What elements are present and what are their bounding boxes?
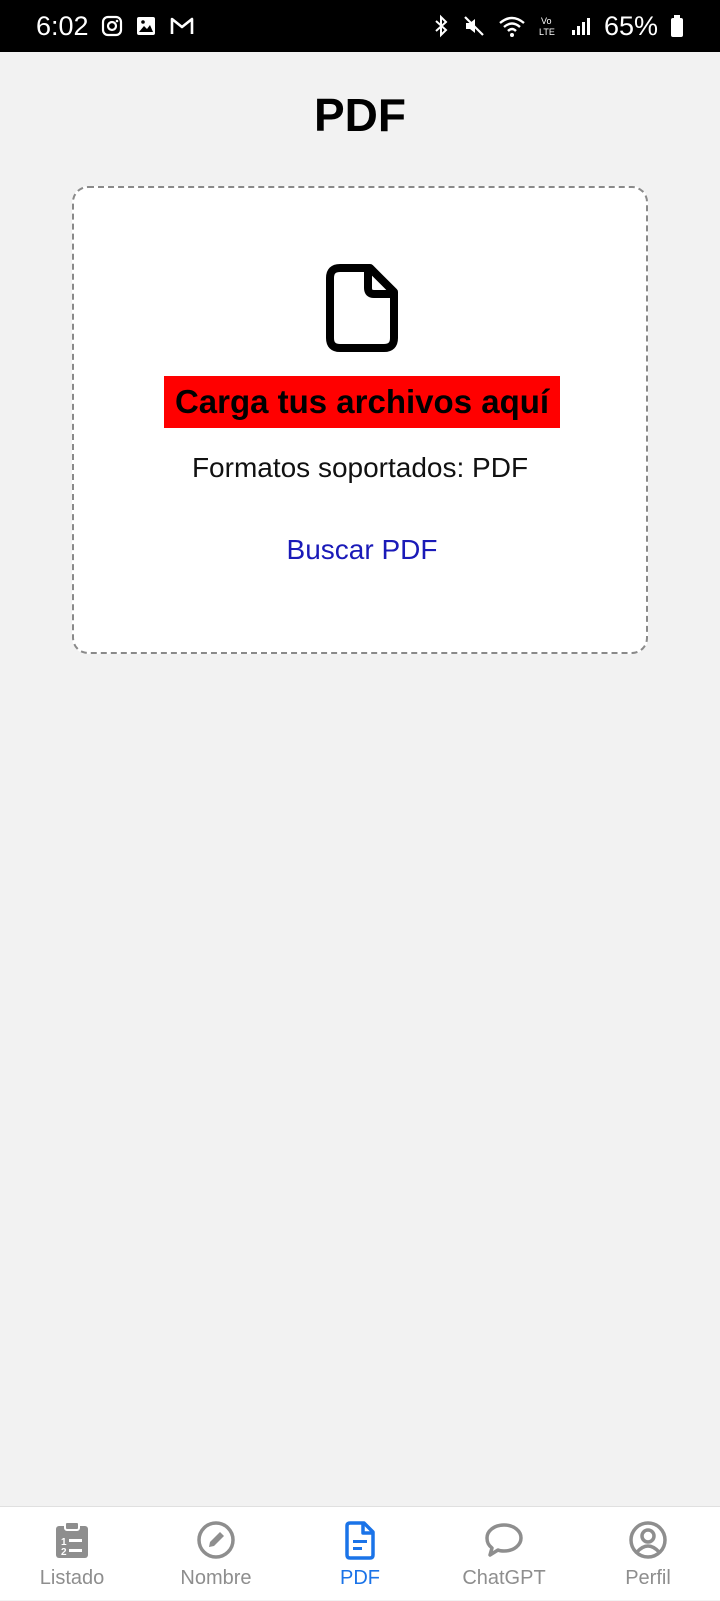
nav-label: PDF bbox=[340, 1567, 380, 1589]
mute-icon bbox=[462, 14, 486, 38]
nav-item-pdf[interactable]: PDF bbox=[288, 1507, 432, 1601]
nav-item-listado[interactable]: 1 2 Listado bbox=[0, 1507, 144, 1601]
user-circle-icon bbox=[627, 1519, 669, 1561]
upload-heading: Carga tus archivos aquí bbox=[164, 376, 560, 428]
bluetooth-icon bbox=[432, 14, 450, 38]
page-title: PDF bbox=[314, 89, 406, 141]
browse-pdf-button[interactable]: Buscar PDF bbox=[262, 528, 462, 572]
instagram-icon bbox=[101, 15, 123, 37]
nav-item-perfil[interactable]: Perfil bbox=[576, 1507, 720, 1601]
svg-text:Vo: Vo bbox=[541, 16, 552, 26]
gmail-icon bbox=[169, 15, 195, 37]
nav-label: Perfil bbox=[625, 1567, 671, 1589]
chat-bubble-icon bbox=[483, 1519, 525, 1561]
status-left: 6:02 bbox=[36, 11, 195, 42]
volte-icon: Vo LTE bbox=[538, 14, 558, 38]
document-text-icon bbox=[339, 1519, 381, 1561]
document-icon bbox=[324, 264, 398, 352]
status-bar: 6:02 Vo LTE 65% bbox=[0, 0, 720, 52]
upload-dropzone[interactable]: Carga tus archivos aquí Formatos soporta… bbox=[72, 186, 648, 654]
nav-item-chatgpt[interactable]: ChatGPT bbox=[432, 1507, 576, 1601]
supported-formats-text: Formatos soportados: PDF bbox=[191, 452, 529, 483]
svg-text:2: 2 bbox=[61, 1547, 67, 1558]
nav-label: Nombre bbox=[180, 1567, 252, 1589]
svg-text:LTE: LTE bbox=[539, 27, 555, 37]
status-right: Vo LTE 65% bbox=[432, 11, 684, 42]
clipboard-list-icon: 1 2 bbox=[51, 1519, 93, 1561]
pencil-circle-icon bbox=[195, 1519, 237, 1561]
signal-icon bbox=[570, 15, 592, 37]
nav-item-nombre[interactable]: Nombre bbox=[144, 1507, 288, 1601]
battery-icon bbox=[670, 14, 684, 38]
nav-label: Listado bbox=[39, 1567, 105, 1589]
nav-label: ChatGPT bbox=[462, 1567, 546, 1589]
wifi-icon bbox=[498, 14, 526, 38]
gallery-icon bbox=[135, 15, 157, 37]
bottom-navigation: 1 2 Listado Nombre PDF ChatGPT Perfil bbox=[0, 1506, 720, 1600]
status-time: 6:02 bbox=[36, 10, 89, 41]
battery-percent: 65% bbox=[603, 10, 658, 41]
